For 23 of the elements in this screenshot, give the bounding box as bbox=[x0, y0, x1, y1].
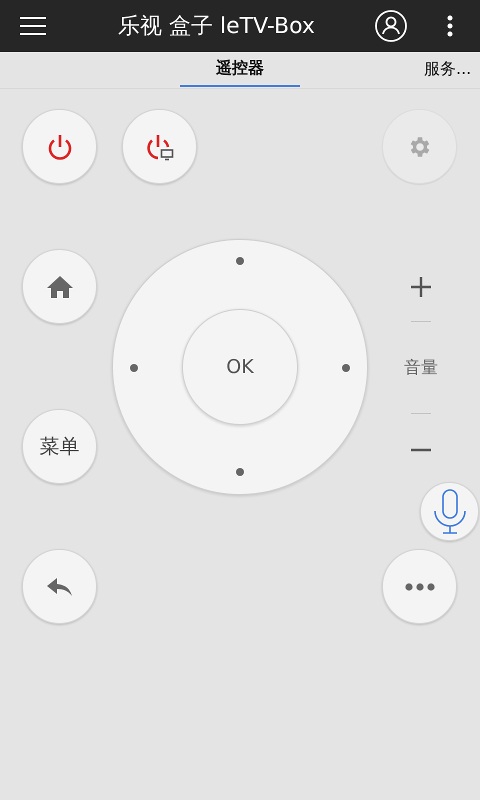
more-dots-icon bbox=[404, 582, 434, 590]
menu-key[interactable]: 菜单 bbox=[22, 409, 97, 484]
tab[interactable]: 服务... bbox=[424, 52, 480, 87]
power-screen-icon bbox=[144, 132, 174, 160]
tab[interactable]: 遥控器 bbox=[180, 52, 300, 87]
volume-label: 音量 bbox=[404, 357, 438, 379]
direction-dot-icon bbox=[130, 364, 138, 372]
ok-button[interactable]: OK bbox=[182, 309, 298, 425]
direction-dot-icon bbox=[236, 257, 244, 265]
direction-pad[interactable]: OK bbox=[112, 239, 368, 495]
plus-icon[interactable] bbox=[411, 277, 431, 297]
menu-icon[interactable] bbox=[20, 17, 46, 35]
overflow-menu-icon[interactable] bbox=[447, 15, 453, 37]
minus-icon[interactable] bbox=[411, 448, 431, 452]
direction-dot-icon bbox=[236, 468, 244, 476]
direction-dot-icon bbox=[342, 364, 350, 372]
voice-button[interactable] bbox=[420, 482, 479, 541]
reply-arrow-icon bbox=[46, 578, 72, 596]
power-icon bbox=[46, 132, 72, 160]
microphone-icon bbox=[432, 488, 466, 534]
app-title: 乐视 盒子 leTV-Box bbox=[117, 13, 316, 41]
home-icon bbox=[46, 274, 72, 298]
account-icon[interactable] bbox=[375, 10, 407, 42]
